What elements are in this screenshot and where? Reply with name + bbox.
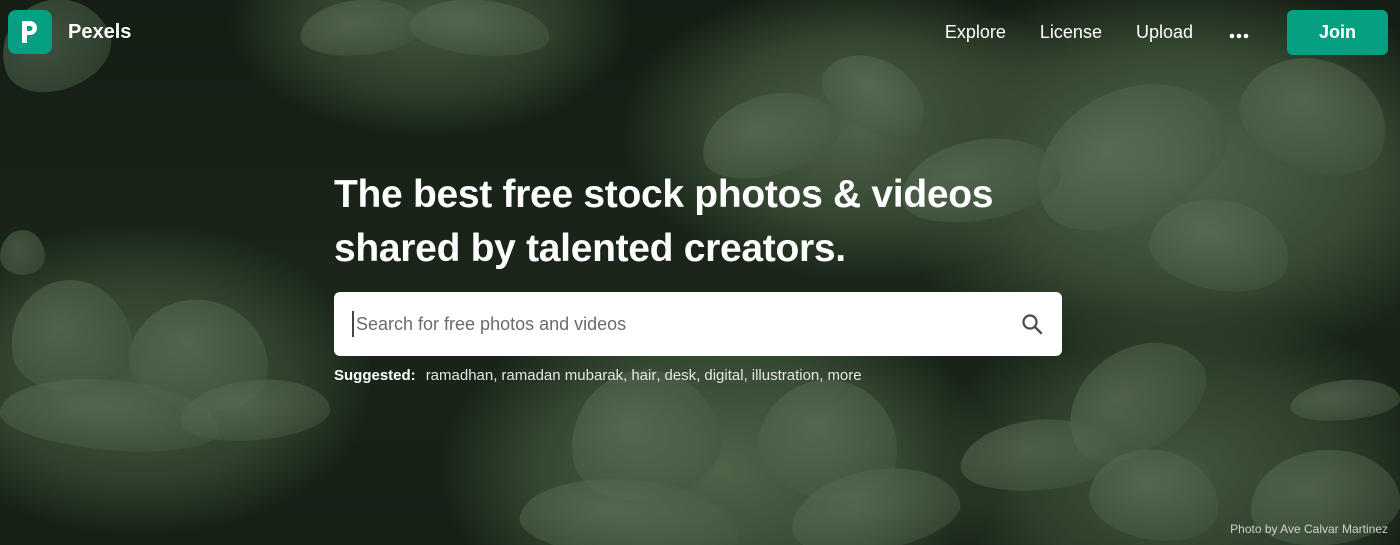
- hero-title: The best free stock photos & videos shar…: [334, 168, 1062, 276]
- search-icon[interactable]: [1020, 312, 1044, 336]
- pexels-logo-icon: [8, 10, 52, 54]
- nav-explore-link[interactable]: Explore: [945, 22, 1006, 43]
- hero-section: The best free stock photos & videos shar…: [334, 168, 1062, 384]
- pexels-logo-link[interactable]: Pexels: [8, 10, 131, 54]
- suggestion-link[interactable]: ramadhan: [426, 367, 494, 384]
- suggestion-link[interactable]: illustration: [752, 367, 820, 384]
- suggested-label: Suggested:: [334, 367, 416, 384]
- suggestion-link[interactable]: ramadan mubarak: [501, 367, 623, 384]
- nav-upload-link[interactable]: Upload: [1136, 22, 1193, 43]
- join-button[interactable]: Join: [1287, 9, 1388, 55]
- suggestion-link[interactable]: hair: [631, 367, 656, 384]
- suggestion-more-link[interactable]: more: [827, 367, 861, 384]
- nav-license-link[interactable]: License: [1040, 22, 1102, 43]
- search-input[interactable]: [352, 311, 1020, 337]
- suggested-searches: Suggested: ramadhan, ramadan mubarak, ha…: [334, 367, 1062, 384]
- search-box: [334, 292, 1062, 356]
- more-dots-icon[interactable]: [1229, 21, 1249, 43]
- hero-title-line-2: shared by talented creators.: [334, 227, 846, 270]
- photo-credit-link[interactable]: Photo by Ave Calvar Martinez: [1230, 522, 1388, 536]
- suggestion-link[interactable]: desk: [665, 367, 697, 384]
- suggestion-list: ramadhan, ramadan mubarak, hair, desk, d…: [425, 367, 862, 384]
- suggestion-link[interactable]: digital: [704, 367, 743, 384]
- top-navigation-bar: Pexels Explore License Upload Join: [0, 0, 1400, 64]
- main-nav: Explore License Upload Join: [911, 9, 1388, 55]
- hero-title-line-1: The best free stock photos & videos: [334, 173, 994, 216]
- brand-name: Pexels: [68, 20, 132, 43]
